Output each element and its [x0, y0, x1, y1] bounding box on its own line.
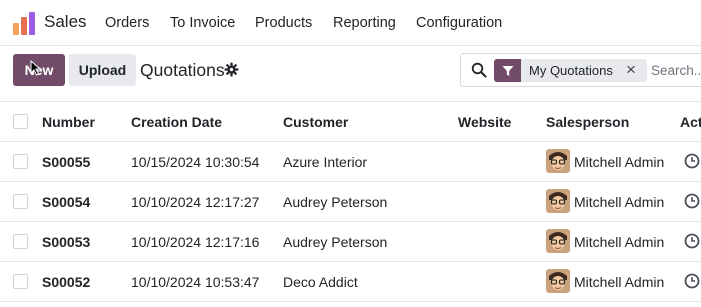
- order-number: S00054: [42, 194, 91, 210]
- clock-icon[interactable]: [684, 273, 700, 289]
- gear-icon[interactable]: [224, 62, 239, 77]
- select-all-checkbox[interactable]: [13, 114, 28, 129]
- creation-date: 10/10/2024 12:17:27: [131, 194, 260, 210]
- table-row[interactable]: S00053 10/10/2024 12:17:16 Audrey Peters…: [0, 222, 701, 262]
- salesperson-name: Mitchell Admin: [574, 274, 665, 290]
- mouse-pointer-icon: [30, 60, 42, 76]
- avatar: [546, 189, 570, 213]
- customer-name: Audrey Peterson: [283, 194, 388, 210]
- upload-button[interactable]: Upload: [69, 54, 136, 86]
- order-number: S00055: [42, 154, 91, 170]
- table-row[interactable]: S00054 10/10/2024 12:17:27 Audrey Peters…: [0, 182, 701, 222]
- menu-reporting[interactable]: Reporting: [333, 15, 396, 31]
- filter-icon: [494, 59, 521, 82]
- row-checkbox[interactable]: [13, 234, 28, 249]
- menu-orders[interactable]: Orders: [105, 15, 149, 31]
- facet-label: My Quotations: [529, 63, 613, 78]
- clock-icon[interactable]: [684, 193, 700, 209]
- salesperson-name: Mitchell Admin: [574, 194, 665, 210]
- clock-icon[interactable]: [684, 153, 700, 169]
- table-row[interactable]: S00052 10/10/2024 10:53:47 Deco Addict M…: [0, 262, 701, 302]
- table-row[interactable]: S00055 10/15/2024 10:30:54 Azure Interio…: [0, 142, 701, 182]
- column-header-activities[interactable]: Act: [680, 114, 701, 130]
- upload-button-label: Upload: [78, 62, 127, 78]
- salesperson-name: Mitchell Admin: [574, 154, 665, 170]
- search-input[interactable]: [651, 59, 701, 82]
- row-checkbox[interactable]: [13, 154, 28, 169]
- avatar: [546, 229, 570, 253]
- order-number: S00052: [42, 274, 91, 290]
- customer-name: Audrey Peterson: [283, 234, 388, 250]
- table-header: Number Creation Date Customer Website Sa…: [0, 102, 701, 142]
- facet-remove-icon[interactable]: ×: [626, 60, 636, 80]
- row-checkbox[interactable]: [13, 274, 28, 289]
- order-number: S00053: [42, 234, 91, 250]
- column-header-salesperson[interactable]: Salesperson: [546, 114, 629, 130]
- clock-icon[interactable]: [684, 233, 700, 249]
- menu-products[interactable]: Products: [255, 15, 312, 31]
- column-header-creation-date[interactable]: Creation Date: [131, 114, 222, 130]
- page-title: Quotations: [140, 60, 225, 80]
- creation-date: 10/15/2024 10:30:54: [131, 154, 260, 170]
- menu-to-invoice[interactable]: To Invoice: [170, 15, 235, 31]
- creation-date: 10/10/2024 10:53:47: [131, 274, 260, 290]
- salesperson-name: Mitchell Admin: [574, 234, 665, 250]
- creation-date: 10/10/2024 12:17:16: [131, 234, 260, 250]
- menu-configuration[interactable]: Configuration: [416, 15, 502, 31]
- customer-name: Azure Interior: [283, 154, 368, 170]
- row-checkbox[interactable]: [13, 194, 28, 209]
- column-header-number[interactable]: Number: [42, 114, 95, 130]
- column-header-website[interactable]: Website: [458, 114, 511, 130]
- customer-name: Deco Addict: [283, 274, 358, 290]
- top-navbar: Sales Orders To Invoice Products Reporti…: [0, 0, 701, 46]
- app-name[interactable]: Sales: [44, 12, 87, 32]
- search-icon[interactable]: [471, 62, 487, 78]
- sales-logo-icon[interactable]: [12, 11, 36, 35]
- avatar: [546, 269, 570, 293]
- column-header-customer[interactable]: Customer: [283, 114, 348, 130]
- search-bar[interactable]: My Quotations ×: [460, 53, 701, 87]
- control-panel: New Upload Quotations My Quotations × Se…: [0, 46, 701, 102]
- search-facet: My Quotations ×: [494, 59, 647, 82]
- avatar: [546, 149, 570, 173]
